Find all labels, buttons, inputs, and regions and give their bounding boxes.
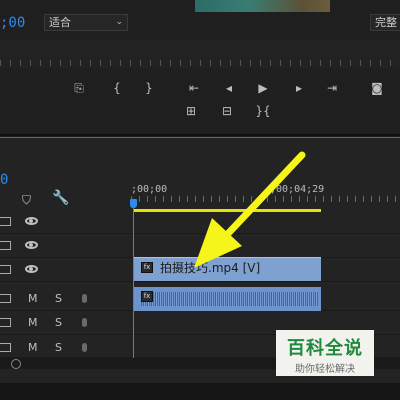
arrow-shaft — [218, 151, 306, 244]
watermark-subtitle: 助你轻松解决 — [295, 364, 355, 375]
watermark-title: 百科全说 — [287, 338, 363, 359]
watermark-logo: 百科全说 助你轻松解决 — [276, 330, 374, 376]
